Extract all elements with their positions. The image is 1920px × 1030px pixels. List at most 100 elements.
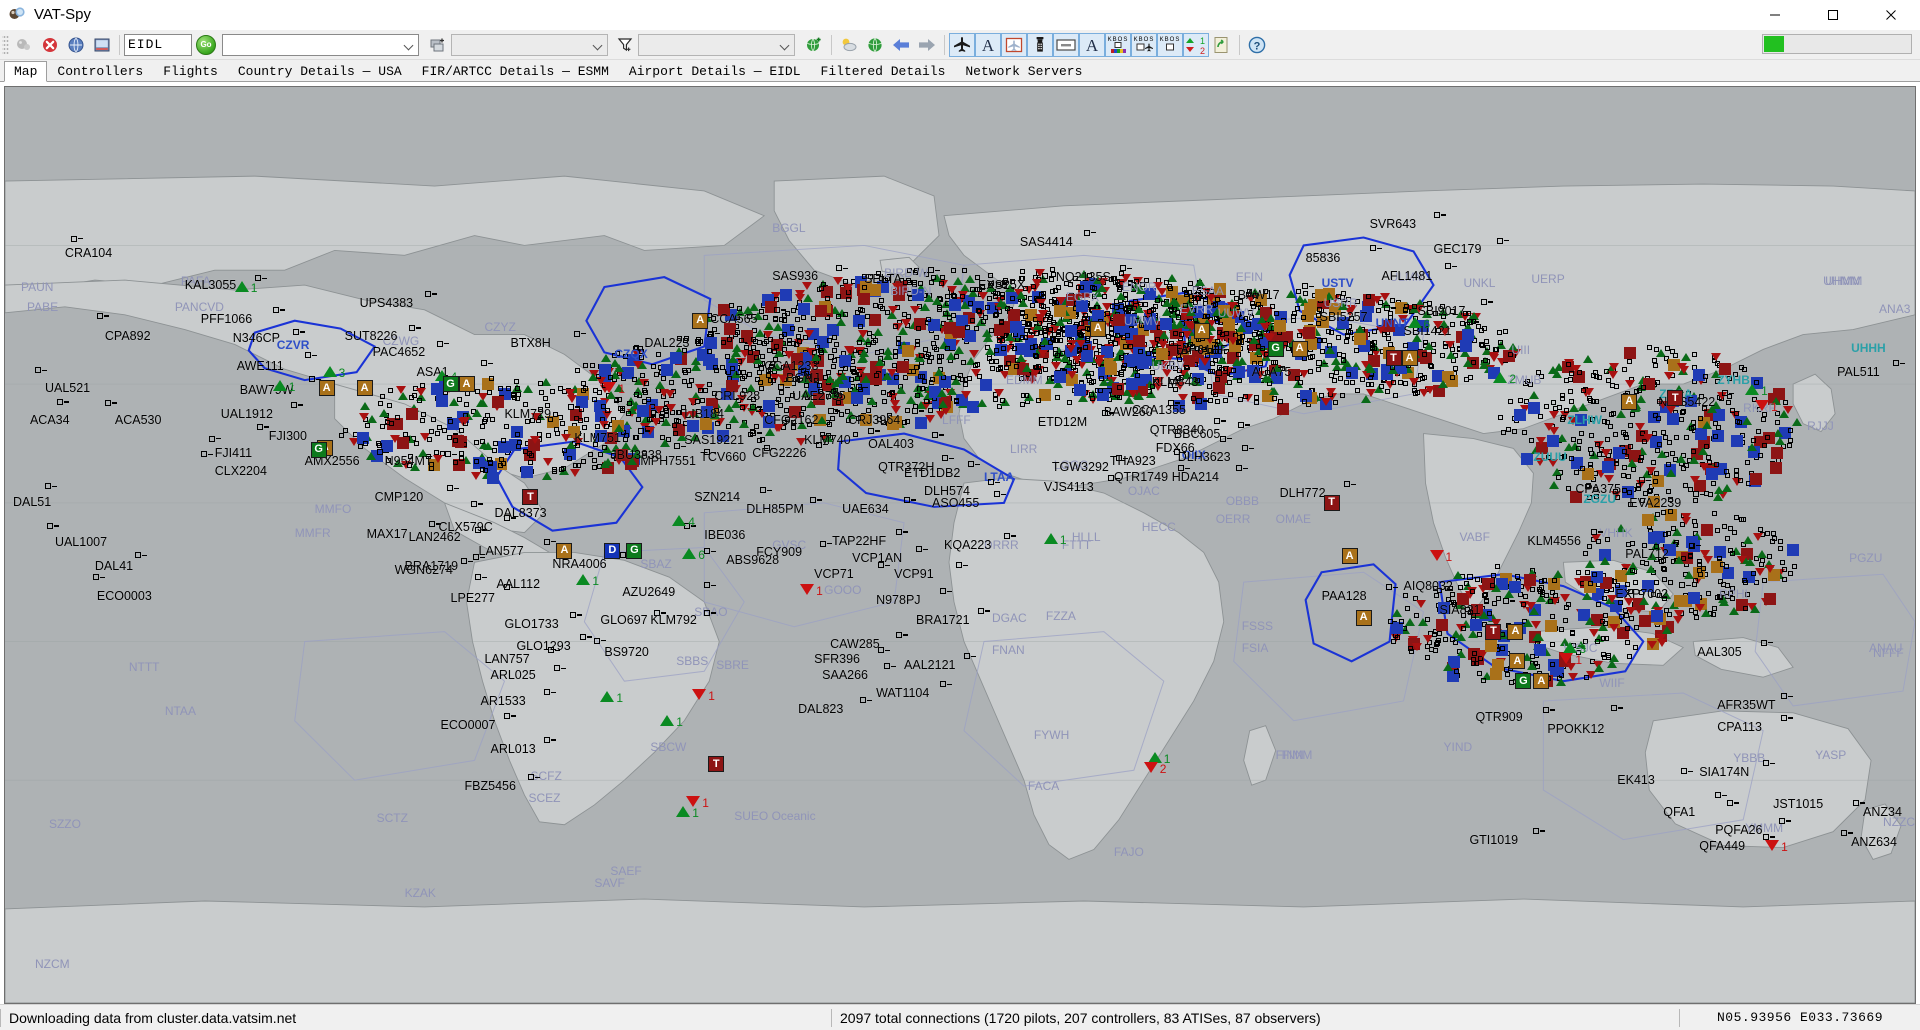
aircraft-symbol[interactable] — [1369, 245, 1382, 252]
aircraft-symbol[interactable] — [256, 423, 269, 430]
aircraft-callsign-label[interactable]: CAW285 — [830, 638, 880, 651]
aircraft-symbol[interactable] — [1727, 799, 1740, 806]
minimize-button[interactable] — [1746, 0, 1804, 30]
disconnect-icon[interactable] — [37, 33, 63, 57]
arrival-triangle-icon[interactable] — [800, 584, 815, 596]
aircraft-symbol[interactable] — [750, 429, 763, 436]
aircraft-symbol[interactable] — [96, 312, 109, 319]
fir-label[interactable]: SBAZ — [640, 558, 671, 570]
aircraft-callsign-label[interactable]: WAT1104 — [876, 687, 929, 700]
aircraft-callsign-label[interactable]: ETD1DB2 — [904, 467, 960, 480]
tab-country-details-usa[interactable]: Country Details — USA — [228, 60, 412, 81]
toolbar-grip[interactable] — [2, 33, 9, 56]
fir-label[interactable]: UKBV — [1152, 360, 1185, 372]
atc-position-marker[interactable]: A — [458, 376, 475, 393]
aircraft-callsign-label[interactable]: NQ2135S — [1056, 271, 1111, 284]
fir-label[interactable]: SBCW — [650, 741, 686, 753]
aircraft-symbol[interactable] — [638, 427, 651, 434]
atc-position-marker[interactable]: A — [556, 542, 573, 559]
fir-label[interactable]: ENOR — [1122, 281, 1157, 293]
fir-label[interactable]: FACA — [1028, 780, 1059, 792]
aircraft-symbol[interactable] — [816, 441, 829, 448]
aircraft-symbol[interactable] — [1041, 273, 1054, 280]
aircraft-symbol[interactable] — [1195, 397, 1208, 404]
aircraft-callsign-label[interactable]: BS9720 — [604, 645, 648, 659]
aircraft-callsign-label[interactable]: VCP1AN — [852, 552, 902, 565]
fir-labels-icon[interactable]: A — [1079, 32, 1105, 57]
departure-triangle-icon[interactable] — [1745, 384, 1760, 396]
aircraft-symbol[interactable] — [528, 774, 541, 781]
aircraft-symbol[interactable] — [1237, 421, 1250, 428]
close-button[interactable] — [1862, 0, 1920, 30]
aircraft-callsign-label[interactable]: AAL112 — [496, 578, 540, 591]
aircraft-callsign-label[interactable]: ECO0007 — [441, 719, 496, 732]
fir-label[interactable]: CZQX — [614, 348, 647, 360]
aircraft-symbol[interactable] — [1681, 768, 1694, 775]
aircraft-symbol[interactable] — [568, 403, 581, 410]
aircraft-symbol[interactable] — [1781, 693, 1794, 700]
aircraft-symbol[interactable] — [1101, 409, 1114, 416]
aircraft-symbol[interactable] — [1167, 399, 1180, 406]
aircraft-symbol[interactable] — [1235, 465, 1248, 472]
atc-position-marker[interactable]: A — [318, 380, 335, 397]
departure-triangle-icon[interactable] — [1493, 372, 1508, 384]
aircraft-callsign-label[interactable]: GLO1293 — [516, 640, 570, 653]
aircraft-callsign-label[interactable]: GEC179 — [1434, 243, 1482, 256]
aircraft-callsign-label[interactable]: UAL1912 — [221, 408, 273, 421]
aircraft-symbol[interactable] — [904, 496, 917, 503]
departure-triangle-icon[interactable] — [676, 805, 691, 817]
aircraft-symbol[interactable] — [810, 496, 823, 503]
aircraft-callsign-label[interactable]: SZN214 — [694, 491, 740, 504]
atc-position-marker[interactable]: A — [1355, 609, 1372, 626]
aircraft-symbol[interactable] — [1481, 298, 1494, 305]
fir-label[interactable]: EFIN — [1236, 271, 1263, 283]
fir-label[interactable]: ZLHW — [1567, 414, 1602, 426]
aircraft-symbol[interactable] — [428, 520, 441, 527]
fir-label[interactable]: FYWH — [1034, 729, 1069, 741]
aircraft-callsign-label[interactable]: DAL223 — [644, 337, 689, 350]
aircraft-symbol[interactable] — [1503, 597, 1516, 604]
aircraft-symbol[interactable] — [868, 427, 881, 434]
aircraft-callsign-label[interactable]: LPE277 — [451, 592, 495, 605]
aircraft-callsign-label[interactable]: AZU2649 — [622, 586, 675, 599]
aircraft-symbol[interactable] — [967, 461, 980, 468]
aircraft-callsign-label[interactable]: CFG2226 — [752, 447, 806, 460]
back-arrow-icon[interactable] — [888, 33, 914, 57]
fir-label[interactable]: OMAE — [1276, 513, 1311, 525]
atc-position-marker[interactable]: T — [522, 489, 539, 506]
atc-position-marker[interactable]: T — [1667, 390, 1684, 407]
aircraft-symbol[interactable] — [292, 328, 305, 335]
aircraft-callsign-label[interactable]: SAS19221 — [684, 434, 744, 447]
departure-triangle-icon[interactable] — [1043, 532, 1058, 544]
fir-label[interactable]: SZZO — [49, 818, 81, 830]
aircraft-callsign-label[interactable]: EXS25X — [978, 279, 1025, 292]
aircraft-symbol[interactable] — [46, 522, 59, 529]
aircraft-callsign-label[interactable]: CPA892 — [105, 330, 151, 343]
aircraft-callsign-label[interactable]: CPA113 — [1717, 721, 1762, 734]
aircraft-callsign-label[interactable]: DLH574 — [924, 485, 970, 498]
aircraft-symbol[interactable] — [1343, 481, 1356, 488]
aircraft-symbol[interactable] — [1715, 792, 1728, 799]
aircraft-symbol[interactable] — [1779, 817, 1792, 824]
fir-label[interactable]: FZZA — [1046, 610, 1076, 622]
atc-position-marker[interactable]: A — [1401, 350, 1418, 367]
aircraft-callsign-label[interactable]: PPOKK12 — [1547, 723, 1604, 736]
aircraft-symbol[interactable] — [1591, 528, 1604, 535]
aircraft-callsign-label[interactable]: QFA1 — [1663, 806, 1695, 819]
aircraft-symbol[interactable] — [674, 443, 687, 450]
weather-overlay-icon[interactable] — [836, 33, 862, 57]
aircraft-symbol[interactable] — [44, 483, 57, 490]
aircraft-symbol[interactable] — [272, 306, 285, 313]
aircraft-callsign-label[interactable]: SBI5257 — [1320, 311, 1368, 324]
aircraft-callsign-label[interactable]: WGN6274 — [395, 564, 453, 577]
aircraft-symbol[interactable] — [436, 340, 449, 347]
aircraft-callsign-label[interactable]: UAL521 — [45, 382, 90, 395]
departure-triangle-icon[interactable] — [600, 691, 615, 703]
aircraft-callsign-label[interactable]: AFL1481 — [1382, 270, 1433, 283]
aircraft-callsign-label[interactable]: AAL305 — [1697, 645, 1741, 659]
aircraft-symbol[interactable] — [1841, 829, 1854, 836]
departure-triangle-icon[interactable] — [672, 514, 687, 526]
aircraft-symbol[interactable] — [92, 574, 105, 581]
aircraft-symbol[interactable] — [956, 562, 968, 569]
fir-label[interactable]: MMFR — [295, 527, 331, 539]
